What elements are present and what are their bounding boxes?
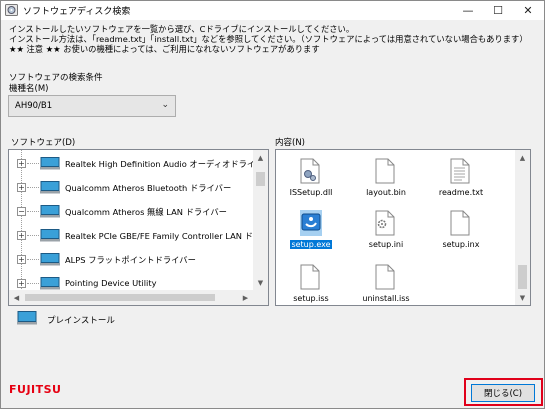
app-disk-icon bbox=[5, 4, 18, 16]
instruction-line-2: インストール方法は、「readme.txt」「install.txt」などを参照… bbox=[9, 34, 528, 44]
tree-connector bbox=[27, 283, 39, 284]
expand-plus-icon[interactable]: + bbox=[17, 255, 26, 264]
file-name-text: setup.inx bbox=[442, 240, 480, 249]
chevron-down-icon: ⌄ bbox=[161, 100, 169, 110]
file-name: ISSetup.dll bbox=[276, 188, 346, 197]
tree-connector bbox=[27, 211, 39, 212]
file-name: setup.exe bbox=[276, 240, 346, 249]
file-item[interactable]: setup.ini bbox=[351, 206, 421, 258]
file-item[interactable]: readme.txt bbox=[426, 154, 496, 206]
tree-item-label: ALPS フラットポイントドライバー bbox=[65, 255, 196, 265]
tree-item[interactable]: + Realtek PCIe GBE/FE Family Controller … bbox=[9, 224, 254, 246]
software-disk-search-window: ソフトウェアディスク検索 — ☐ ✕ インストールしたいソフトウェアを一覧から選… bbox=[0, 0, 545, 409]
scroll-left-icon[interactable]: ◀ bbox=[9, 290, 24, 305]
monitor-icon bbox=[40, 253, 60, 266]
tree-item-label: Qualcomm Atheros Bluetooth ドライバー bbox=[65, 183, 232, 193]
window-title: ソフトウェアディスク検索 bbox=[23, 7, 131, 17]
file-name: setup.iss bbox=[276, 294, 346, 303]
file-name-text: setup.ini bbox=[368, 240, 404, 249]
file-item[interactable]: layout.bin bbox=[351, 154, 421, 206]
monitor-icon bbox=[40, 181, 60, 194]
software-horizontal-scrollbar[interactable]: ◀ ▶ bbox=[9, 290, 253, 305]
scroll-down-icon[interactable]: ▼ bbox=[253, 275, 268, 290]
file-icon bbox=[375, 158, 395, 184]
tree-item-selected[interactable]: − Qualcomm Atheros 無線 LAN ドライバー bbox=[9, 200, 254, 222]
tree-item[interactable]: + Realtek High Definition Audio オーディオドライ… bbox=[9, 152, 263, 174]
monitor-icon bbox=[17, 311, 37, 325]
tree-item-label: Qualcomm Atheros 無線 LAN ドライバー bbox=[65, 206, 227, 218]
model-name-label: 機種名(M) bbox=[9, 84, 49, 94]
file-name-text: uninstall.iss bbox=[362, 294, 410, 303]
setup-exe-icon bbox=[300, 210, 322, 236]
model-name-value: AH90/B1 bbox=[15, 101, 53, 111]
file-icon bbox=[375, 264, 395, 290]
file-name: readme.txt bbox=[426, 188, 496, 197]
contents-label: 内容(N) bbox=[275, 138, 305, 148]
file-icon bbox=[450, 210, 470, 236]
maximize-button[interactable]: ☐ bbox=[483, 1, 513, 20]
file-name-text: layout.bin bbox=[366, 188, 406, 197]
monitor-icon bbox=[40, 205, 60, 218]
file-icon bbox=[300, 264, 320, 290]
software-label: ソフトウェア(D) bbox=[11, 138, 76, 148]
scroll-up-icon[interactable]: ▲ bbox=[515, 150, 530, 165]
tree-item-label: Realtek High Definition Audio オーディオドライバ bbox=[65, 159, 264, 169]
expand-plus-icon[interactable]: + bbox=[17, 279, 26, 288]
expand-plus-icon[interactable]: + bbox=[17, 231, 26, 240]
file-name: layout.bin bbox=[351, 188, 421, 197]
tree-connector bbox=[27, 235, 39, 236]
file-name-text: setup.iss bbox=[293, 294, 329, 303]
tree-item-label: Pointing Device Utility bbox=[65, 278, 157, 288]
software-vertical-scrollbar[interactable]: ▲ ▼ bbox=[253, 150, 268, 290]
model-name-select[interactable]: AH90/B1 ⌄ bbox=[8, 95, 176, 117]
monitor-icon bbox=[40, 157, 60, 170]
tree-connector bbox=[27, 163, 39, 164]
file-name: setup.ini bbox=[351, 240, 421, 249]
scroll-thumb[interactable] bbox=[256, 172, 265, 186]
close-window-button[interactable]: ✕ bbox=[513, 1, 543, 20]
monitor-icon bbox=[40, 277, 60, 290]
text-file-icon bbox=[450, 158, 470, 184]
settings-file-icon bbox=[375, 210, 395, 236]
monitor-icon bbox=[40, 229, 60, 242]
instruction-line-3: ★★ 注意 ★★ お使いの機種によっては、ご利用になれないソフトウェアがあります bbox=[9, 44, 320, 54]
instruction-line-1: インストールしたいソフトウェアを一覧から選び、Cドライブにインストールしてくださ… bbox=[9, 24, 355, 34]
dll-file-icon bbox=[300, 158, 320, 184]
file-name-text: ISSetup.dll bbox=[289, 188, 333, 197]
title-bar[interactable]: ソフトウェアディスク検索 — ☐ ✕ bbox=[1, 1, 544, 20]
contents-vertical-scrollbar[interactable]: ▲ ▼ bbox=[515, 150, 530, 305]
file-name-text: readme.txt bbox=[438, 188, 484, 197]
collapse-minus-icon[interactable]: − bbox=[17, 207, 26, 216]
file-item[interactable]: setup.inx bbox=[426, 206, 496, 258]
scroll-right-icon[interactable]: ▶ bbox=[238, 290, 253, 305]
contents-file-list[interactable]: ISSetup.dll layout.bin readme.txt setup.… bbox=[275, 149, 531, 306]
tree-connector bbox=[27, 259, 39, 260]
tree-item-label: Realtek PCIe GBE/FE Family Controller LA… bbox=[65, 231, 253, 241]
scroll-thumb[interactable] bbox=[518, 265, 527, 289]
minimize-button[interactable]: — bbox=[453, 1, 483, 20]
scroll-thumb[interactable] bbox=[25, 294, 215, 301]
software-tree[interactable]: + Realtek High Definition Audio オーディオドライ… bbox=[8, 149, 269, 306]
file-item-selected[interactable]: setup.exe bbox=[276, 206, 346, 258]
file-name: uninstall.iss bbox=[351, 294, 421, 303]
scroll-corner bbox=[253, 290, 268, 305]
tree-item[interactable]: + ALPS フラットポイントドライバー bbox=[9, 248, 254, 270]
preinstall-label: プレインストール bbox=[47, 316, 115, 326]
close-button[interactable]: 閉じる(C) bbox=[471, 384, 535, 402]
expand-plus-icon[interactable]: + bbox=[17, 159, 26, 168]
file-item[interactable]: uninstall.iss bbox=[351, 260, 421, 305]
tree-connector bbox=[27, 187, 39, 188]
scroll-down-icon[interactable]: ▼ bbox=[515, 290, 530, 305]
file-item[interactable]: ISSetup.dll bbox=[276, 154, 346, 206]
fujitsu-logo: FUJITSU bbox=[9, 383, 62, 396]
file-name: setup.inx bbox=[426, 240, 496, 249]
tree-item[interactable]: + Qualcomm Atheros Bluetooth ドライバー bbox=[9, 176, 254, 198]
file-name-text: setup.exe bbox=[290, 240, 332, 249]
expand-plus-icon[interactable]: + bbox=[17, 183, 26, 192]
file-item[interactable]: setup.iss bbox=[276, 260, 346, 305]
scroll-up-icon[interactable]: ▲ bbox=[253, 150, 268, 165]
